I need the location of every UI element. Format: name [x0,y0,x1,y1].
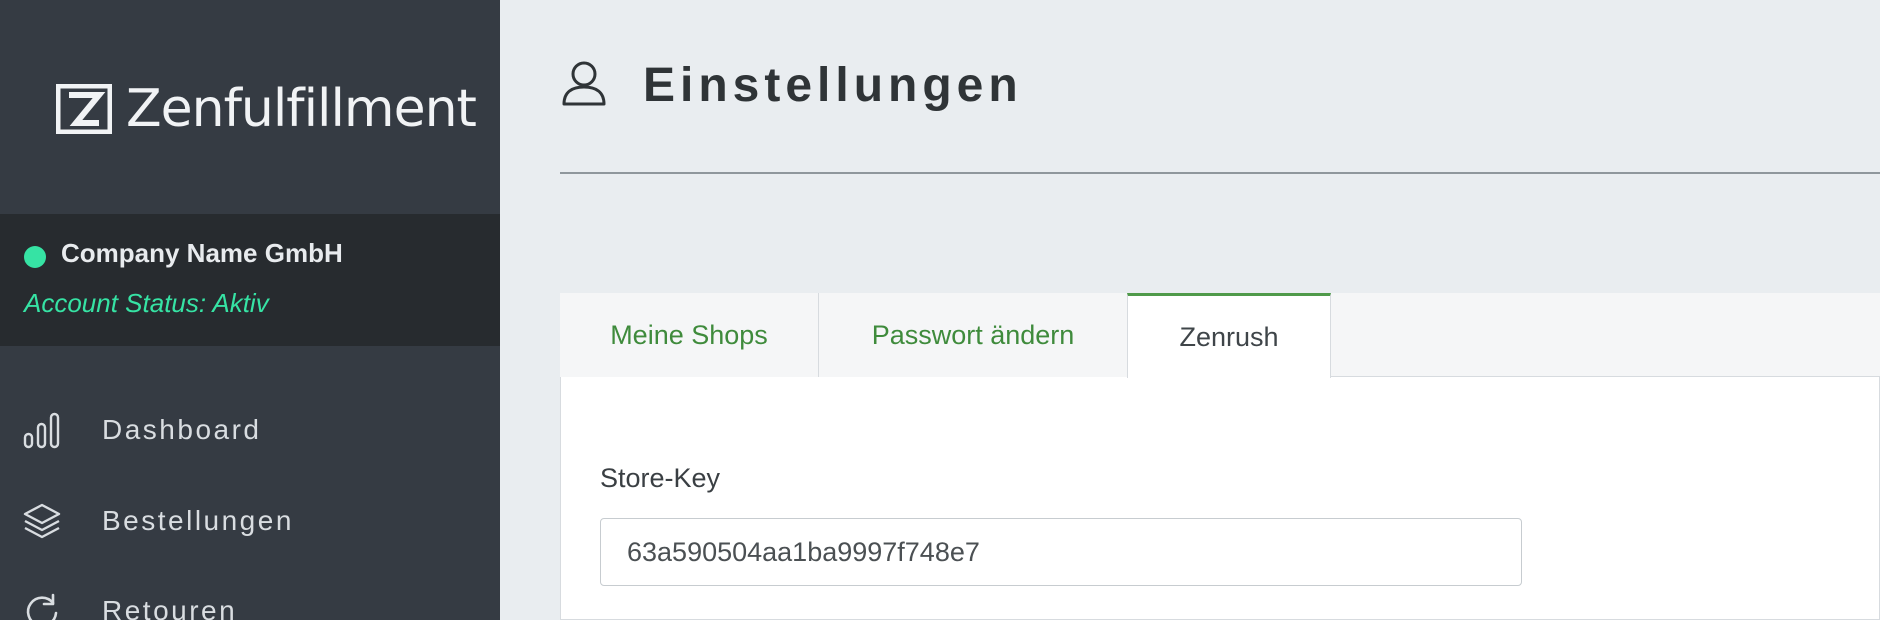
sidebar-item-label: Bestellungen [102,505,294,536]
refresh-icon [22,591,62,620]
status-dot [24,246,46,268]
main-content: Einstellungen Meine Shops Passwort änder… [500,0,1880,620]
sidebar-item-label: Retouren [102,595,238,620]
app-window: Zenfulfillment Company Name GmbH Account… [0,0,1880,620]
page-title: Einstellungen [643,59,1023,112]
title-divider [560,172,1880,174]
tab-passwort-aendern[interactable]: Passwort ändern [819,293,1128,377]
store-key-field[interactable] [600,518,1522,586]
company-name: Company Name GmbH [61,238,343,268]
sidebar-item-dashboard[interactable]: Dashboard [0,392,500,468]
brand-logo[interactable]: Zenfulfillment [56,79,477,139]
bar-chart-icon [22,410,62,450]
sidebar: Zenfulfillment Company Name GmbH Account… [0,0,500,620]
account-status: Account Status: Aktiv [24,288,269,318]
user-icon [558,58,610,110]
sidebar-item-retouren[interactable]: Retouren [0,573,500,620]
z-logo-icon [56,84,112,134]
tab-zenrush[interactable]: Zenrush [1127,293,1331,378]
account-panel [0,214,500,346]
sidebar-item-bestellungen[interactable]: Bestellungen [0,483,500,559]
brand-name: Zenfulfillment [126,79,477,139]
store-key-label: Store-Key [600,463,721,493]
tab-meine-shops[interactable]: Meine Shops [560,293,819,377]
sidebar-item-label: Dashboard [102,414,262,445]
layers-icon [22,501,62,541]
